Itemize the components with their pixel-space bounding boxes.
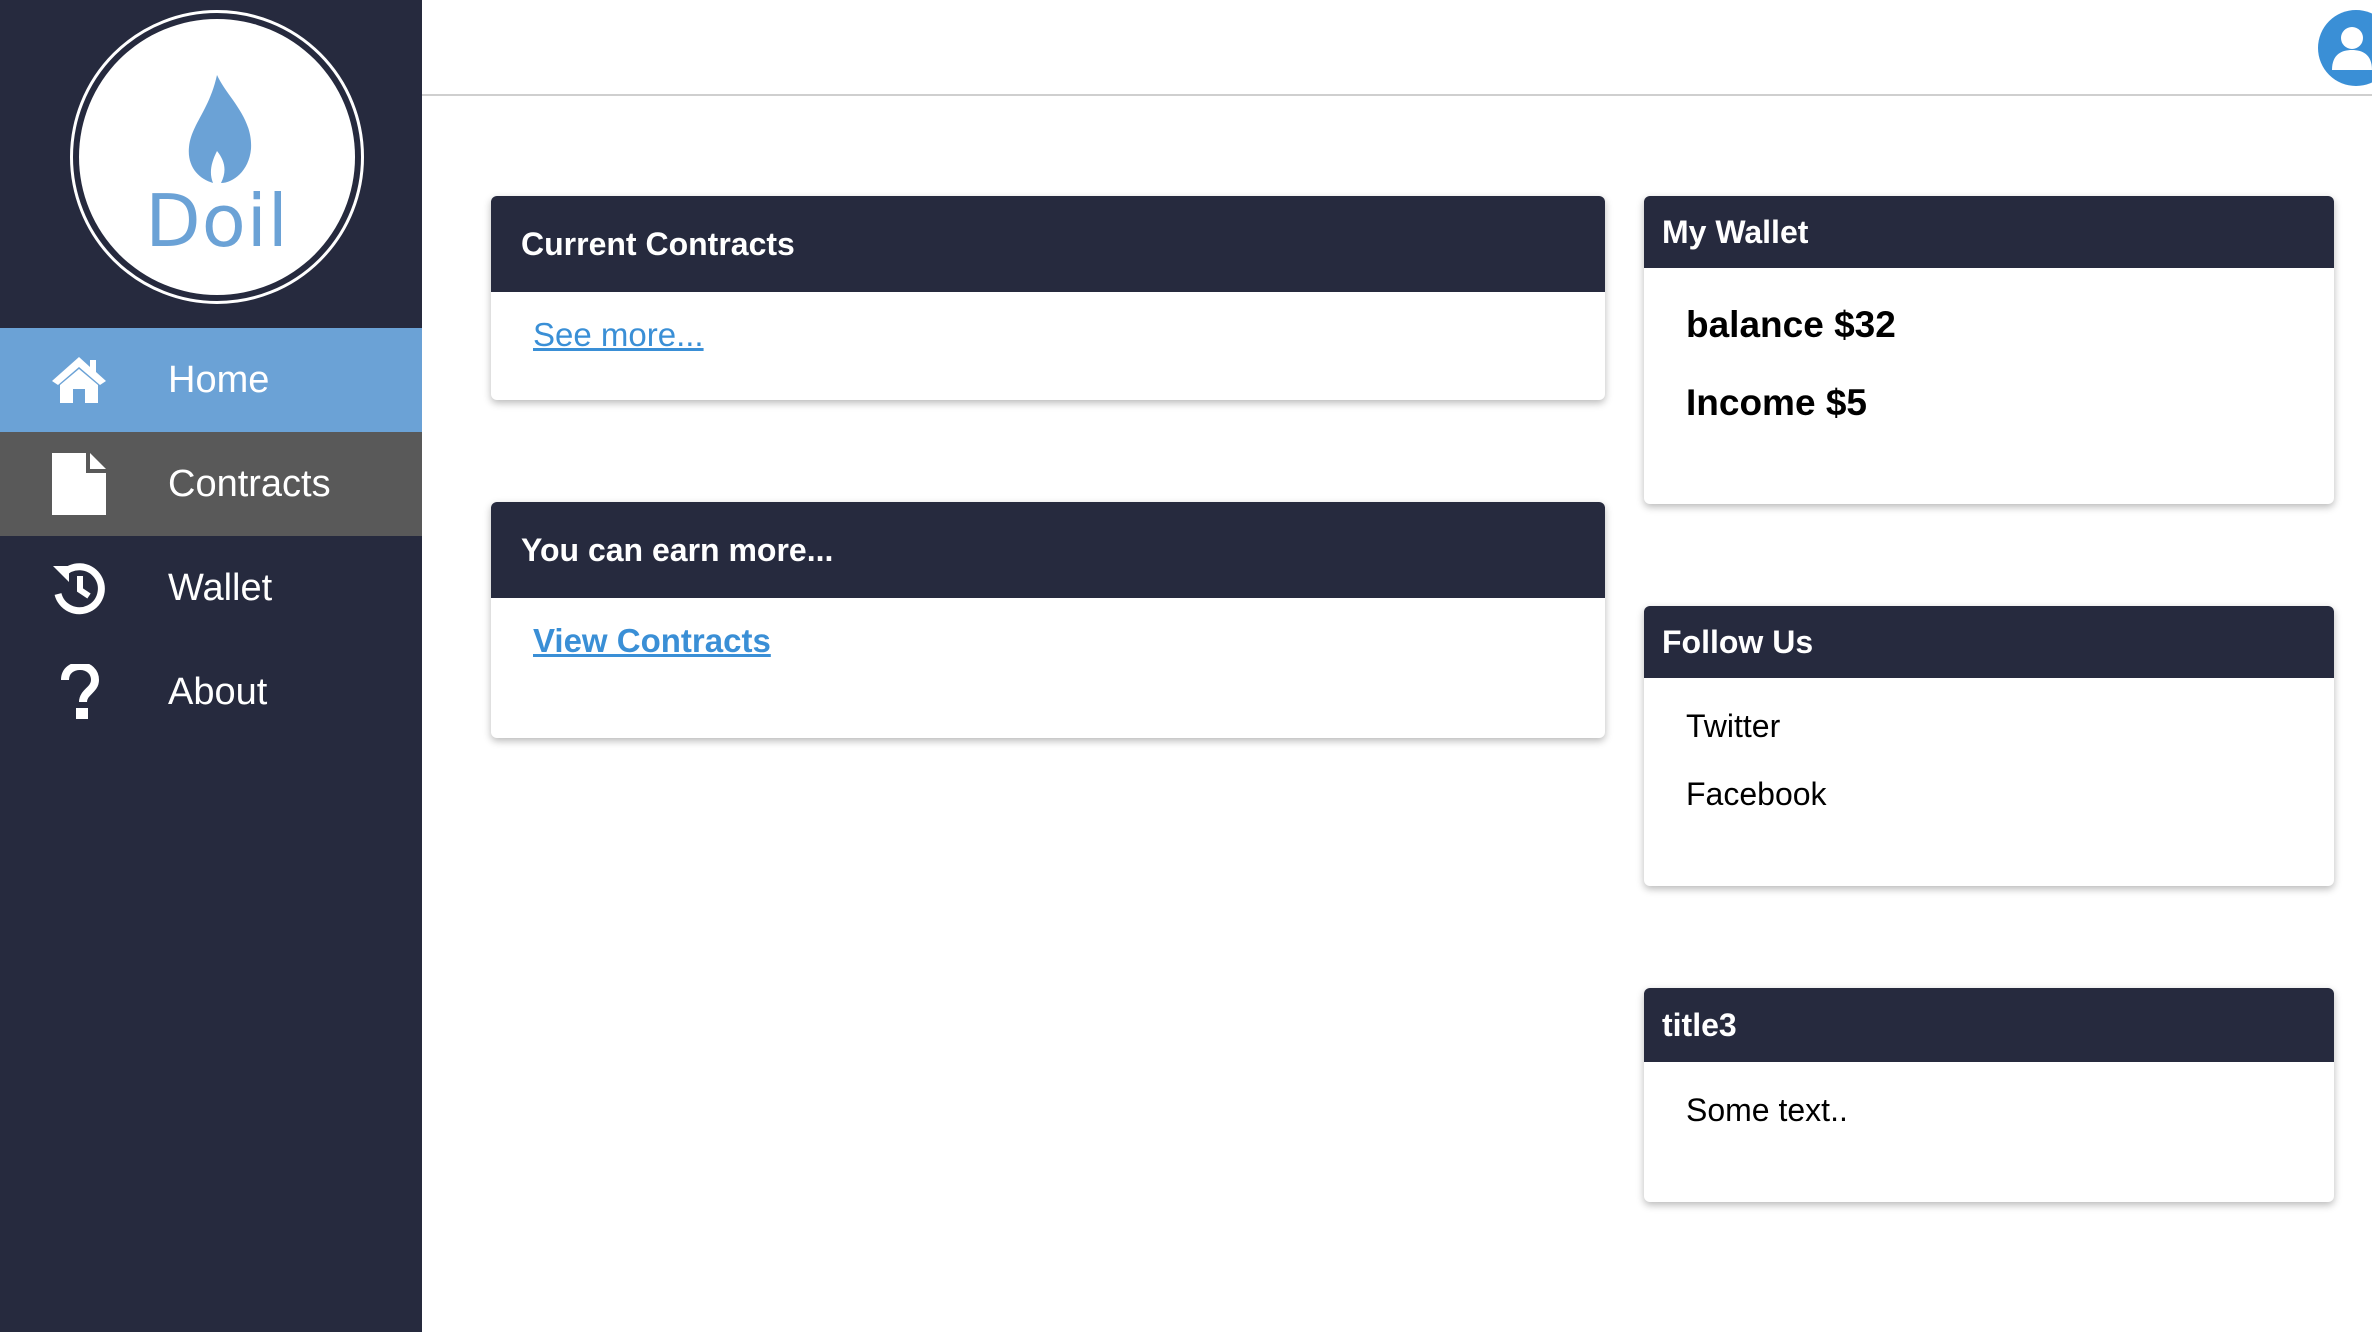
income-value: Income $5 xyxy=(1686,382,1867,423)
flame-icon xyxy=(188,75,252,183)
sidebar-item-label: Wallet xyxy=(168,566,273,609)
card-body: balance $32 Income $5 xyxy=(1644,268,2334,504)
earn-more-card: You can earn more... View Contracts xyxy=(491,502,1605,738)
card-title: title3 xyxy=(1644,988,2334,1062)
view-contracts-link[interactable]: View Contracts xyxy=(533,622,771,660)
current-contracts-card: Current Contracts See more... xyxy=(491,196,1605,400)
card-title: Follow Us xyxy=(1644,606,2334,678)
sidebar-item-contracts[interactable]: Contracts xyxy=(0,432,422,536)
facebook-link[interactable]: Facebook xyxy=(1686,776,1827,813)
sidebar-item-about[interactable]: About xyxy=(0,640,422,744)
card-body: See more... xyxy=(491,292,1605,400)
question-icon xyxy=(50,663,108,721)
user-icon[interactable] xyxy=(2318,10,2372,86)
sidebar-nav: Home Contracts Wallet About xyxy=(0,328,422,744)
logo-text: Doil xyxy=(145,179,289,263)
card-body: View Contracts xyxy=(491,598,1605,738)
sidebar-item-label: Contracts xyxy=(168,462,331,505)
logo[interactable]: Doil xyxy=(70,10,364,304)
balance-value: balance $32 xyxy=(1686,304,1896,345)
card-title: My Wallet xyxy=(1644,196,2334,268)
card-title: You can earn more... xyxy=(491,502,1605,598)
title3-card: title3 Some text.. xyxy=(1644,988,2334,1202)
sidebar-item-home[interactable]: Home xyxy=(0,328,422,432)
card-title: Current Contracts xyxy=(491,196,1605,292)
sidebar-item-label: About xyxy=(168,670,268,713)
sidebar-item-wallet[interactable]: Wallet xyxy=(0,536,422,640)
card-title-text: Current Contracts xyxy=(521,225,795,262)
card-body: Twitter Facebook xyxy=(1644,678,2334,886)
card-title-text: My Wallet xyxy=(1662,213,1809,250)
document-icon xyxy=(50,453,108,515)
see-more-link[interactable]: See more... xyxy=(533,316,704,354)
card-title-text: title3 xyxy=(1662,1006,1737,1043)
twitter-link[interactable]: Twitter xyxy=(1686,708,1780,745)
sidebar: Doil Home Contracts Wallet About xyxy=(0,0,422,1332)
card-title-text: You can earn more... xyxy=(521,531,834,568)
history-icon xyxy=(50,559,108,617)
card-title-text: Follow Us xyxy=(1662,623,1814,660)
logo-inner: Doil xyxy=(79,19,355,295)
follow-us-card: Follow Us Twitter Facebook xyxy=(1644,606,2334,886)
card-text: Some text.. xyxy=(1686,1092,1848,1128)
home-icon xyxy=(50,351,108,409)
top-bar xyxy=(422,0,2372,96)
sidebar-item-label: Home xyxy=(168,358,270,401)
wallet-card: My Wallet balance $32 Income $5 xyxy=(1644,196,2334,504)
card-body: Some text.. xyxy=(1644,1062,2334,1202)
